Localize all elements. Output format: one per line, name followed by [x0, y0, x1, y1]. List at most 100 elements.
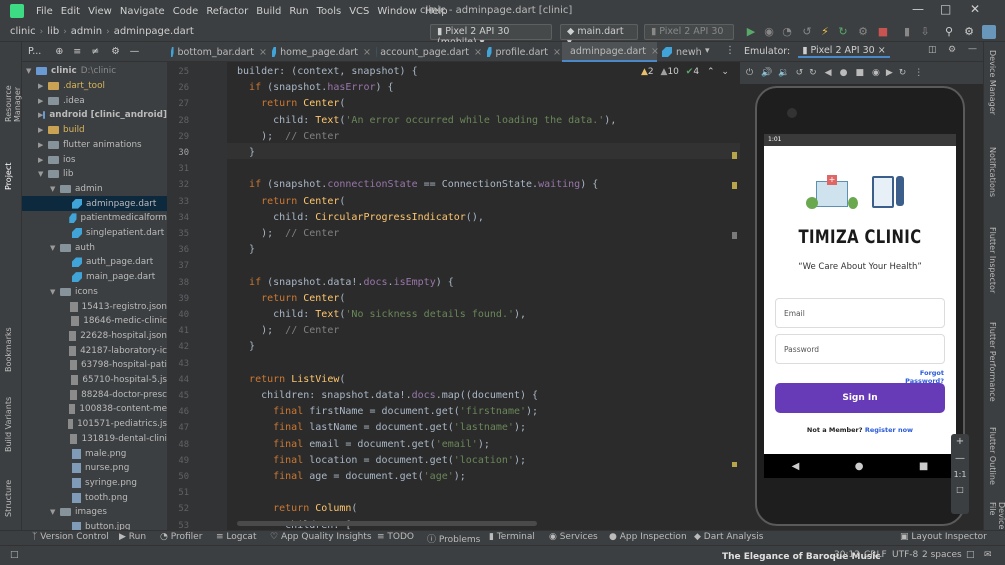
- chevron-down-icon[interactable]: ▼: [50, 244, 60, 252]
- attach-icon[interactable]: ↺: [800, 25, 814, 39]
- tree-item[interactable]: ▼ auth: [22, 240, 167, 255]
- close-icon[interactable]: ×: [363, 47, 371, 58]
- overview-icon[interactable]: ■: [919, 461, 928, 472]
- tool-terminal[interactable]: ▮ Terminal: [489, 532, 535, 542]
- tab-adminpage[interactable]: adminpage.dart ×: [562, 42, 659, 62]
- indent-setting[interactable]: 2 spaces: [922, 550, 962, 560]
- panel-toggle-icon[interactable]: □: [10, 550, 19, 560]
- menu-window[interactable]: Window: [373, 6, 420, 17]
- back-icon[interactable]: ◀: [792, 461, 800, 472]
- flutter-outline-tab[interactable]: Flutter Outline: [988, 427, 997, 487]
- emulator-device-tab[interactable]: ▮ Pixel 2 API 30 ×: [798, 45, 890, 58]
- resource-manager-tab[interactable]: Resource Manager: [4, 52, 22, 122]
- register-link[interactable]: Register now: [865, 426, 913, 434]
- tool-services[interactable]: ◉ Services: [549, 532, 598, 542]
- sdk-icon[interactable]: ⇩: [918, 25, 932, 39]
- code-line[interactable]: final lastName = document.get('lastname'…: [237, 420, 526, 436]
- password-field[interactable]: Password: [775, 334, 945, 364]
- tabs-overflow-icon[interactable]: ▾: [705, 46, 710, 56]
- code-line[interactable]: ); // Center: [237, 226, 339, 242]
- tree-item[interactable]: 63798-hospital-pati: [22, 358, 167, 373]
- code-line[interactable]: builder: (context, snapshot) {: [237, 64, 418, 80]
- snapshot-icon[interactable]: ↻: [899, 68, 907, 78]
- more-icon[interactable]: ⋮: [725, 45, 735, 56]
- tree-item[interactable]: ▶ .idea: [22, 93, 167, 108]
- profile-icon[interactable]: ◔: [780, 25, 794, 39]
- device-selector[interactable]: ▮ Pixel 2 API 30 (mobile) ▾: [430, 24, 552, 48]
- tree-item[interactable]: ▼ images: [22, 505, 167, 520]
- flutter-inspector-tab[interactable]: Flutter Inspector: [988, 227, 997, 297]
- breadcrumb-clinic[interactable]: clinic: [10, 26, 36, 37]
- breadcrumb-lib[interactable]: lib: [47, 26, 59, 37]
- project-tab[interactable]: Project: [4, 150, 13, 190]
- back-icon[interactable]: ◀: [825, 68, 832, 78]
- overview-icon[interactable]: ■: [855, 68, 864, 78]
- tool-profiler[interactable]: ◔ Profiler: [160, 532, 202, 542]
- tree-item[interactable]: 88284-doctor-presc: [22, 387, 167, 402]
- device-manager-tab[interactable]: Device Manager: [988, 50, 997, 125]
- maximize-icon[interactable]: □: [940, 2, 951, 16]
- tree-item[interactable]: singlepatient.dart: [22, 226, 167, 241]
- tab-profile[interactable]: profile.dart ×: [483, 42, 561, 62]
- minimize-icon[interactable]: —: [912, 2, 924, 16]
- tree-item[interactable]: adminpage.dart: [22, 196, 167, 211]
- hot-restart-icon[interactable]: ↻: [836, 25, 850, 39]
- device-file-tab[interactable]: Device File: [988, 502, 1005, 529]
- bookmarks-tab[interactable]: Bookmarks: [4, 322, 13, 372]
- tree-item[interactable]: 100838-content-me: [22, 402, 167, 417]
- gear-icon[interactable]: ⚙: [111, 46, 120, 57]
- tool-todo[interactable]: ≡ TODO: [377, 532, 414, 542]
- home-icon[interactable]: ●: [855, 461, 864, 472]
- tree-item[interactable]: 101571-pediatrics.js: [22, 417, 167, 432]
- tree-item[interactable]: ▶ ios: [22, 152, 167, 167]
- rotate-left-icon[interactable]: ↺: [796, 68, 804, 78]
- chevron-right-icon[interactable]: ▶: [38, 156, 48, 164]
- more-icon[interactable]: ⋮: [914, 68, 923, 78]
- tool-logcat[interactable]: ≡ Logcat: [216, 532, 256, 542]
- code-editor[interactable]: 25 26 27 28 29 30 31 32 33 34 35 36 37 38 39 40 41 42 43 44…: [167, 62, 740, 531]
- gear-icon[interactable]: ⚙: [948, 45, 956, 55]
- avatar[interactable]: [982, 25, 996, 39]
- close-icon[interactable]: ×: [553, 47, 561, 58]
- horizontal-scrollbar[interactable]: [237, 521, 537, 526]
- menu-file[interactable]: File: [32, 6, 57, 17]
- tree-item[interactable]: syringe.png: [22, 476, 167, 491]
- tree-item[interactable]: ▼ admin: [22, 182, 167, 197]
- code-line[interactable]: return Center(: [237, 194, 345, 210]
- zoom-out-icon[interactable]: —: [951, 453, 969, 464]
- tree-item[interactable]: ▼ lib: [22, 167, 167, 182]
- chevron-down-icon[interactable]: ▼: [50, 185, 60, 193]
- code-line[interactable]: }: [237, 242, 255, 258]
- code-line[interactable]: ); // Center: [237, 129, 339, 145]
- target-device-selector[interactable]: ▮ Pixel 2 API 30: [644, 24, 734, 40]
- notifications-icon[interactable]: ✉: [984, 550, 992, 560]
- menu-refactor[interactable]: Refactor: [202, 6, 252, 17]
- menu-code[interactable]: Code: [169, 6, 203, 17]
- code-line[interactable]: final age = document.get('age');: [237, 469, 466, 485]
- menu-view[interactable]: View: [84, 6, 116, 17]
- tree-item[interactable]: ▼ icons: [22, 285, 167, 300]
- close-icon[interactable]: ×: [878, 45, 886, 56]
- code-line[interactable]: children: snapshot.data!.docs.map((docum…: [237, 388, 538, 404]
- expand-all-icon[interactable]: ≡: [73, 46, 81, 57]
- tree-item[interactable]: 131819-dental-clini: [22, 432, 167, 447]
- tree-item[interactable]: ▶ android [clinic_android]: [22, 108, 167, 123]
- code-line[interactable]: child: Text('An error occurred while loa…: [237, 113, 616, 129]
- breadcrumb-admin[interactable]: admin: [71, 26, 102, 37]
- layout-icon[interactable]: ◫: [928, 45, 937, 55]
- code-line[interactable]: if (snapshot.hasError) {: [237, 80, 394, 96]
- chevron-right-icon[interactable]: ▶: [38, 126, 48, 134]
- chevron-down-icon[interactable]: ⌄: [721, 67, 729, 77]
- menu-build[interactable]: Build: [252, 6, 285, 17]
- tree-item[interactable]: ▼ clinic D:\clinic: [22, 64, 167, 79]
- menu-tools[interactable]: Tools: [313, 6, 346, 17]
- menu-run[interactable]: Run: [285, 6, 312, 17]
- run-config-selector[interactable]: ◆ main.dart ▾: [560, 24, 638, 48]
- flutter-performance-tab[interactable]: Flutter Performance: [988, 322, 997, 407]
- volume-up-icon[interactable]: 🔊: [761, 68, 772, 78]
- hide-icon[interactable]: —: [130, 46, 140, 57]
- hot-reload-icon[interactable]: ⚡: [818, 25, 832, 39]
- zoom-fit-icon[interactable]: □: [951, 485, 969, 494]
- close-icon[interactable]: ×: [259, 47, 267, 58]
- code-line[interactable]: child: CircularProgressIndicator(),: [237, 210, 484, 226]
